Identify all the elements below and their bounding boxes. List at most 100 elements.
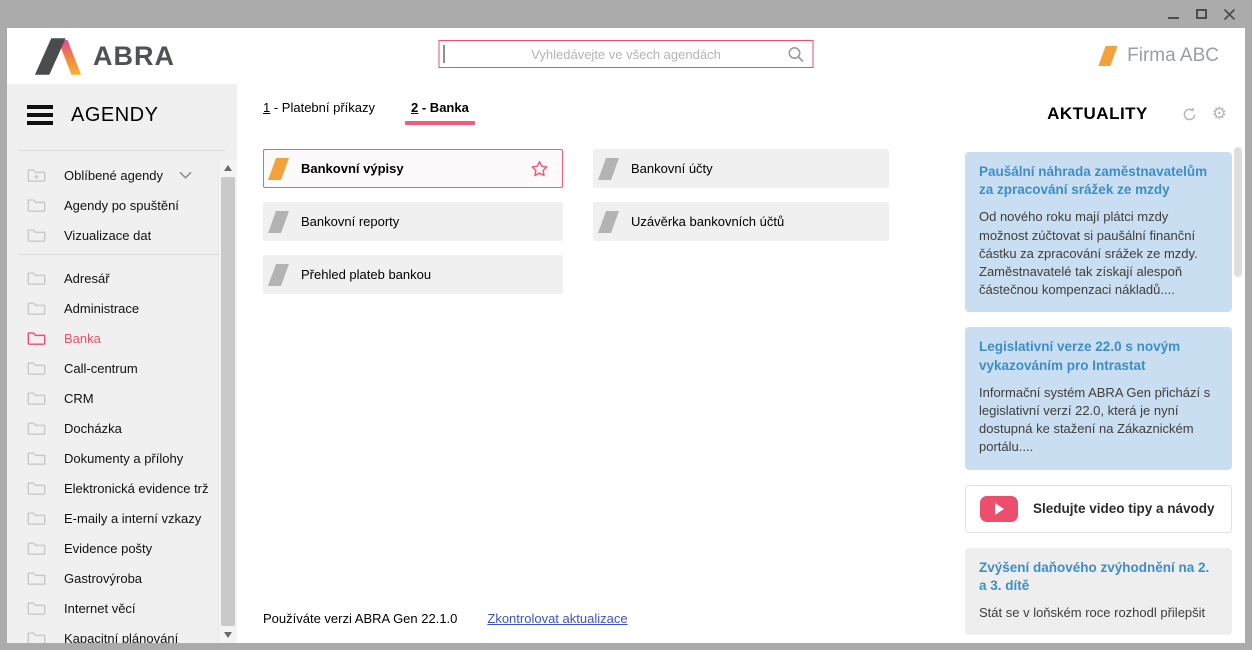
news-card[interactable]: Legislativní verze 22.0 s novým vykazová…	[965, 327, 1232, 469]
favorite-star-icon[interactable]	[529, 159, 550, 179]
sidebar-item[interactable]: Docházka	[7, 413, 237, 443]
sidebar-item[interactable]: Gastrovýroba	[7, 563, 237, 593]
sidebar-agendy: AGENDY	[7, 84, 237, 643]
news-card-body: Informační systém ABRA Gen přichází s le…	[979, 384, 1218, 457]
agenda-icon	[598, 211, 619, 233]
news-card-body: Od nového roku mají plátci mzdy možnost …	[979, 208, 1218, 299]
news-header: AKTUALITY ⚙	[950, 84, 1245, 130]
sidebar-scrollbar[interactable]	[218, 160, 237, 643]
sidebar-item-label: Administrace	[64, 301, 139, 316]
tile-label: Bankovní výpisy	[301, 161, 404, 176]
tab-active-underline	[405, 121, 475, 125]
scrollbar-thumb[interactable]	[221, 177, 235, 626]
agenda-icon	[268, 264, 289, 286]
arrow-up-icon	[224, 165, 232, 171]
search-icon[interactable]	[788, 46, 805, 63]
maximize-button[interactable]	[1192, 5, 1210, 23]
search-input[interactable]	[440, 41, 813, 67]
sidebar-item[interactable]: Oblíbené agendy	[7, 160, 237, 190]
video-tips-card[interactable]: Sledujte video tipy a návody	[980, 496, 1215, 522]
sidebar-item[interactable]: Agendy po spuštění	[7, 190, 237, 220]
folder-icon	[27, 300, 46, 316]
folder-icon	[27, 167, 46, 183]
text-caret	[444, 45, 445, 63]
sidebar-item[interactable]: Evidence pošty	[7, 533, 237, 563]
folder-icon	[27, 270, 46, 286]
agenda-tile[interactable]: Bankovní výpisy	[263, 149, 563, 188]
folder-icon	[27, 510, 46, 526]
folder-icon	[27, 360, 46, 376]
sidebar-item-label: Adresář	[64, 271, 110, 286]
agenda-icon	[268, 158, 289, 180]
sidebar-item-label: Kapacitní plánování	[64, 631, 178, 644]
maximize-icon	[1196, 9, 1207, 19]
tab-label: - Platební příkazy	[270, 100, 375, 115]
youtube-icon	[980, 496, 1018, 522]
abra-logo-mark	[33, 38, 83, 75]
folder-icon	[27, 600, 46, 616]
settings-button[interactable]: ⚙	[1212, 106, 1227, 123]
abra-logo-text: ABRA	[93, 41, 175, 72]
sidebar-item-label: Call-centrum	[64, 361, 138, 376]
scroll-down-button[interactable]	[219, 627, 237, 643]
version-footer: Používáte verzi ABRA Gen 22.1.0 Zkontrol…	[263, 611, 628, 626]
menu-icon[interactable]	[27, 105, 53, 125]
sidebar-item[interactable]: Adresář	[7, 263, 237, 293]
news-card-title: Zvýšení daňového zvýhodnění na 2. a 3. d…	[979, 559, 1218, 595]
folder-icon	[27, 197, 46, 213]
scroll-up-button[interactable]	[219, 160, 237, 176]
folder-icon	[27, 630, 46, 643]
folder-icon	[27, 450, 46, 466]
company-selector[interactable]: Firma ABC	[1102, 45, 1219, 67]
news-card-title: Paušální náhrada zaměstnavatelům za zpra…	[979, 163, 1218, 199]
minimize-icon	[1168, 17, 1179, 19]
sidebar-item[interactable]: Call-centrum	[7, 353, 237, 383]
plus-icon	[34, 175, 39, 180]
content-area: AGENDY	[7, 84, 1245, 643]
news-card-title: Legislativní verze 22.0 s novým vykazová…	[979, 338, 1218, 374]
agenda-icon	[598, 158, 619, 180]
app-window: ABRA Firma ABC AGENDY	[7, 28, 1245, 643]
close-button[interactable]	[1220, 5, 1238, 23]
news-card[interactable]: Sledujte video tipy a návody	[965, 485, 1232, 533]
sidebar-item[interactable]: E-maily a interní vzkazy	[7, 503, 237, 533]
company-name: Firma ABC	[1127, 45, 1219, 67]
sidebar-item[interactable]: Dokumenty a přílohy	[7, 443, 237, 473]
news-card[interactable]: Zvýšení daňového zvýhodnění na 2. a 3. d…	[965, 548, 1232, 636]
sidebar-item[interactable]: Kapacitní plánování	[7, 623, 237, 643]
sidebar-item-label: Agendy po spuštění	[64, 198, 179, 213]
agenda-tile[interactable]: Přehled plateb bankou	[263, 255, 563, 294]
sidebar-item-label: Oblíbené agendy	[64, 168, 163, 183]
check-updates-link[interactable]: Zkontrolovat aktualizace	[487, 611, 627, 626]
sidebar-item[interactable]: Elektronická evidence trž	[7, 473, 237, 503]
news-scrollbar-thumb[interactable]	[1234, 147, 1242, 277]
folder-icon	[27, 390, 46, 406]
sidebar-item[interactable]: Administrace	[7, 293, 237, 323]
minimize-button[interactable]	[1164, 5, 1182, 23]
sidebar-item[interactable]: CRM	[7, 383, 237, 413]
folder-icon	[27, 570, 46, 586]
sidebar-item[interactable]: Banka	[7, 323, 237, 353]
folder-icon	[27, 540, 46, 556]
news-title: AKTUALITY	[1047, 104, 1148, 130]
close-icon	[1223, 8, 1236, 21]
global-search[interactable]	[439, 40, 814, 68]
window-controls	[1164, 5, 1252, 23]
sidebar-item-label: Vizualizace dat	[64, 228, 151, 243]
news-card[interactable]: Paušální náhrada zaměstnavatelům za zpra…	[965, 152, 1232, 312]
chevron-down-icon[interactable]	[179, 171, 192, 179]
tile-label: Uzávěrka bankovních účtů	[631, 214, 784, 229]
agenda-tile[interactable]: Bankovní reporty	[263, 202, 563, 241]
sidebar-item[interactable]: Vizualizace dat	[7, 220, 237, 250]
agenda-tab[interactable]: 2 - Banka	[411, 100, 469, 123]
agenda-tile[interactable]: Uzávěrka bankovních účtů	[593, 202, 889, 241]
refresh-button[interactable]	[1181, 106, 1198, 123]
agenda-tab[interactable]: 1 - Platební příkazy	[263, 100, 375, 123]
sidebar-item[interactable]: Internet věcí	[7, 593, 237, 623]
folder-icon	[27, 227, 46, 243]
titlebar[interactable]	[0, 0, 1252, 28]
agenda-tile[interactable]: Bankovní účty	[593, 149, 889, 188]
news-panel: AKTUALITY ⚙	[950, 84, 1245, 643]
agenda-icon	[268, 211, 289, 233]
sidebar-item-label: Evidence pošty	[64, 541, 152, 556]
